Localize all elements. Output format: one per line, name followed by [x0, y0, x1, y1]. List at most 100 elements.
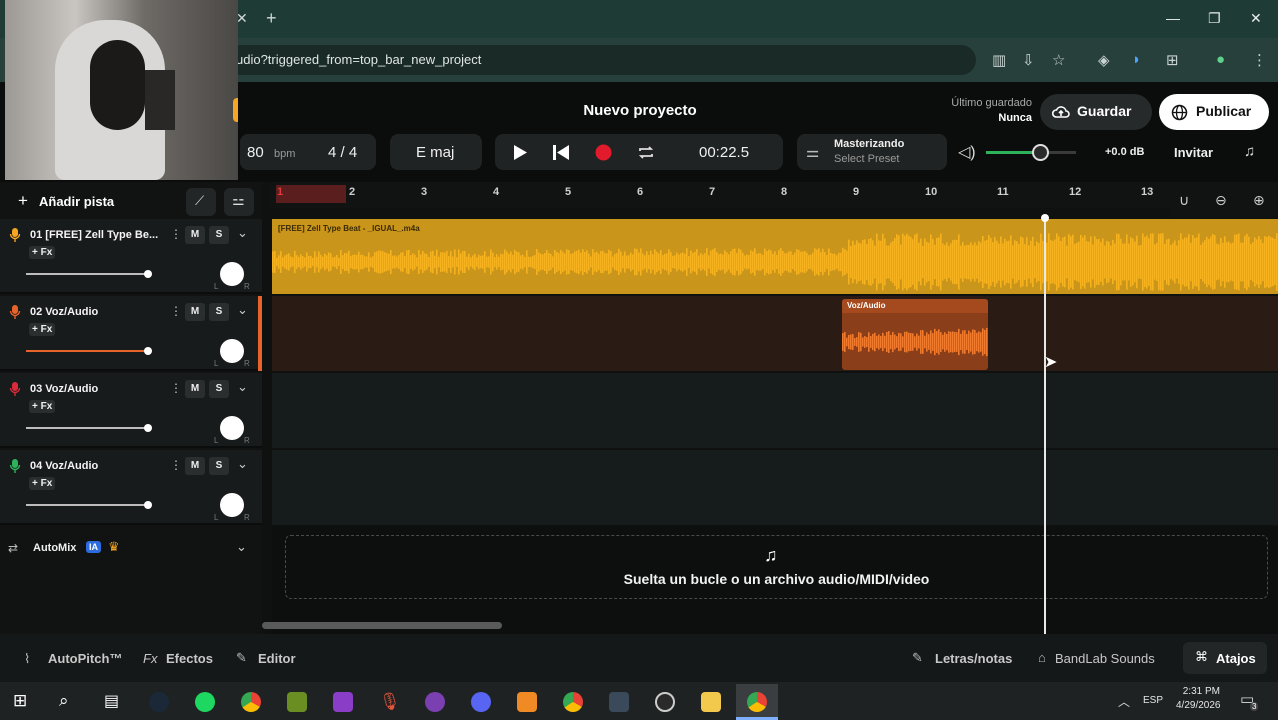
chrome-profile-icon[interactable] — [563, 692, 583, 712]
track-pan-knob[interactable] — [220, 262, 244, 286]
microphone-icon[interactable] — [9, 304, 21, 320]
shortcuts-button[interactable]: ⌘ Atajos — [1183, 642, 1267, 674]
mute-button[interactable]: M — [185, 226, 205, 244]
zoom-out-icon[interactable]: ⊖ — [1215, 192, 1227, 209]
master-volume-knob[interactable] — [1032, 144, 1049, 161]
chevron-down-icon[interactable]: ⌄ — [237, 225, 248, 241]
reader-mode-icon[interactable]: ▥ — [992, 51, 1006, 69]
track-row[interactable]: 02 Voz/Audio ⋮ M S ⌄ + Fx L R — [0, 296, 262, 371]
add-fx-button[interactable]: + Fx — [29, 477, 56, 490]
solo-button[interactable]: S — [209, 380, 229, 398]
editor-button[interactable]: Editor — [258, 651, 296, 666]
chevron-down-icon[interactable]: ⌄ — [237, 379, 248, 395]
effects-button[interactable]: Efectos — [166, 651, 213, 666]
add-track-button[interactable]: + Añadir pista — [12, 188, 124, 216]
track-pan-knob[interactable] — [220, 493, 244, 517]
track-volume-knob[interactable] — [144, 501, 152, 509]
chevron-down-icon[interactable]: ⌄ — [237, 302, 248, 318]
track-more-icon[interactable]: ⋮ — [170, 381, 182, 395]
track-row[interactable]: 01 [FREE] Zell Type Be... ⋮ M S ⌄ + Fx L… — [0, 219, 262, 294]
solo-button[interactable]: S — [209, 226, 229, 244]
clock-app-icon[interactable] — [655, 692, 675, 712]
bandlab-sounds-button[interactable]: BandLab Sounds — [1055, 651, 1155, 666]
wifi-extension-icon[interactable]: ◗ — [1132, 51, 1141, 68]
lyrics-notes-button[interactable]: Letras/notas — [935, 651, 1012, 666]
beat-clip[interactable] — [272, 219, 1278, 294]
profile-avatar[interactable]: ● — [1216, 51, 1225, 68]
track-more-icon[interactable]: ⋮ — [170, 458, 182, 472]
record-icon[interactable] — [595, 144, 612, 161]
solo-button[interactable]: S — [209, 457, 229, 475]
app-purple-icon[interactable] — [333, 692, 353, 712]
lane-track-02[interactable] — [272, 296, 1278, 371]
tuner-button[interactable]: ⟋ — [186, 188, 216, 216]
fl-studio-icon[interactable] — [517, 692, 537, 712]
track-row[interactable]: 04 Voz/Audio ⋮ M S ⌄ + Fx L R — [0, 450, 262, 525]
steam-icon[interactable] — [149, 692, 169, 712]
track-name[interactable]: 03 Voz/Audio — [30, 383, 98, 395]
notifications-bell-icon[interactable]: ♫ — [1244, 143, 1255, 160]
track-pan-knob[interactable] — [220, 339, 244, 363]
loop-region[interactable] — [276, 185, 346, 203]
track-name[interactable]: 04 Voz/Audio — [30, 460, 98, 472]
loop-icon[interactable] — [637, 144, 655, 161]
mute-button[interactable]: M — [185, 303, 205, 321]
solo-button[interactable]: S — [209, 303, 229, 321]
mixer-button[interactable]: ⚍ — [224, 188, 254, 216]
microphone-icon[interactable] — [9, 381, 21, 397]
track-more-icon[interactable]: ⋮ — [170, 304, 182, 318]
automix-row[interactable]: ⇄ AutoMix IA ♛ ⌄ — [0, 530, 262, 566]
track-more-icon[interactable]: ⋮ — [170, 227, 182, 241]
taskbar-clock[interactable]: 2:31 PM 4/29/2026 — [1176, 686, 1221, 711]
track-volume-knob[interactable] — [144, 270, 152, 278]
horizontal-scrollbar[interactable] — [262, 622, 502, 629]
microphone-icon[interactable]: 🎙 — [379, 692, 401, 712]
microphone-icon[interactable] — [9, 227, 21, 243]
track-name[interactable]: 02 Voz/Audio — [30, 306, 98, 318]
time-signature[interactable]: 4 / 4 — [328, 144, 357, 161]
track-volume-knob[interactable] — [144, 347, 152, 355]
search-icon[interactable]: ⌕ — [59, 691, 69, 711]
add-fx-button[interactable]: + Fx — [29, 323, 56, 336]
maximize-button[interactable]: ❐ — [1208, 10, 1221, 27]
play-icon[interactable] — [512, 144, 528, 161]
minimize-button[interactable]: — — [1166, 10, 1180, 26]
microphone-icon[interactable] — [9, 458, 21, 474]
bpm-value[interactable]: 80 — [247, 144, 264, 161]
lane-track-04[interactable] — [272, 450, 1278, 525]
track-name[interactable]: 01 [FREE] Zell Type Be... — [30, 229, 158, 241]
invite-button[interactable]: Invitar — [1174, 145, 1213, 160]
mute-button[interactable]: M — [185, 457, 205, 475]
bookmark-star-icon[interactable]: ☆ — [1052, 51, 1065, 69]
chrome-icon[interactable] — [241, 692, 261, 712]
save-button[interactable]: Guardar — [1040, 94, 1152, 130]
close-window-button[interactable]: ✕ — [1250, 10, 1262, 27]
minecraft-icon[interactable] — [287, 692, 307, 712]
spotify-icon[interactable] — [195, 692, 215, 712]
install-app-icon[interactable]: ⇩ — [1022, 51, 1035, 69]
lane-track-03[interactable] — [272, 373, 1278, 448]
browser-menu-icon[interactable]: ⋮ — [1252, 51, 1267, 69]
chevron-down-icon[interactable]: ⌄ — [236, 539, 247, 555]
game-icon[interactable] — [609, 692, 629, 712]
playhead[interactable] — [1044, 218, 1046, 634]
speaker-icon[interactable]: ◁) — [958, 142, 976, 162]
pi-app-icon[interactable] — [425, 692, 445, 712]
windows-start-icon[interactable]: ⊞ — [13, 691, 27, 711]
new-tab-button[interactable]: + — [266, 8, 277, 29]
tray-chevron-icon[interactable]: ︿ — [1118, 693, 1130, 710]
extension-icon[interactable]: ◈ — [1098, 51, 1110, 69]
chevron-down-icon[interactable]: ⌄ — [237, 456, 248, 472]
magnet-icon[interactable]: ∪ — [1179, 192, 1189, 209]
zoom-in-icon[interactable]: ⊕ — [1253, 192, 1265, 209]
extensions-puzzle-icon[interactable]: ⊞ — [1166, 51, 1179, 69]
autopitch-button[interactable]: AutoPitch™ — [48, 651, 122, 666]
project-title[interactable]: Nuevo proyecto — [540, 102, 740, 119]
add-fx-button[interactable]: + Fx — [29, 246, 56, 259]
skip-back-icon[interactable] — [552, 144, 570, 161]
language-indicator[interactable]: ESP — [1143, 695, 1163, 706]
add-fx-button[interactable]: + Fx — [29, 400, 56, 413]
discord-icon[interactable] — [471, 692, 491, 712]
file-explorer-icon[interactable] — [701, 692, 721, 712]
chrome-active-icon[interactable] — [747, 692, 767, 712]
